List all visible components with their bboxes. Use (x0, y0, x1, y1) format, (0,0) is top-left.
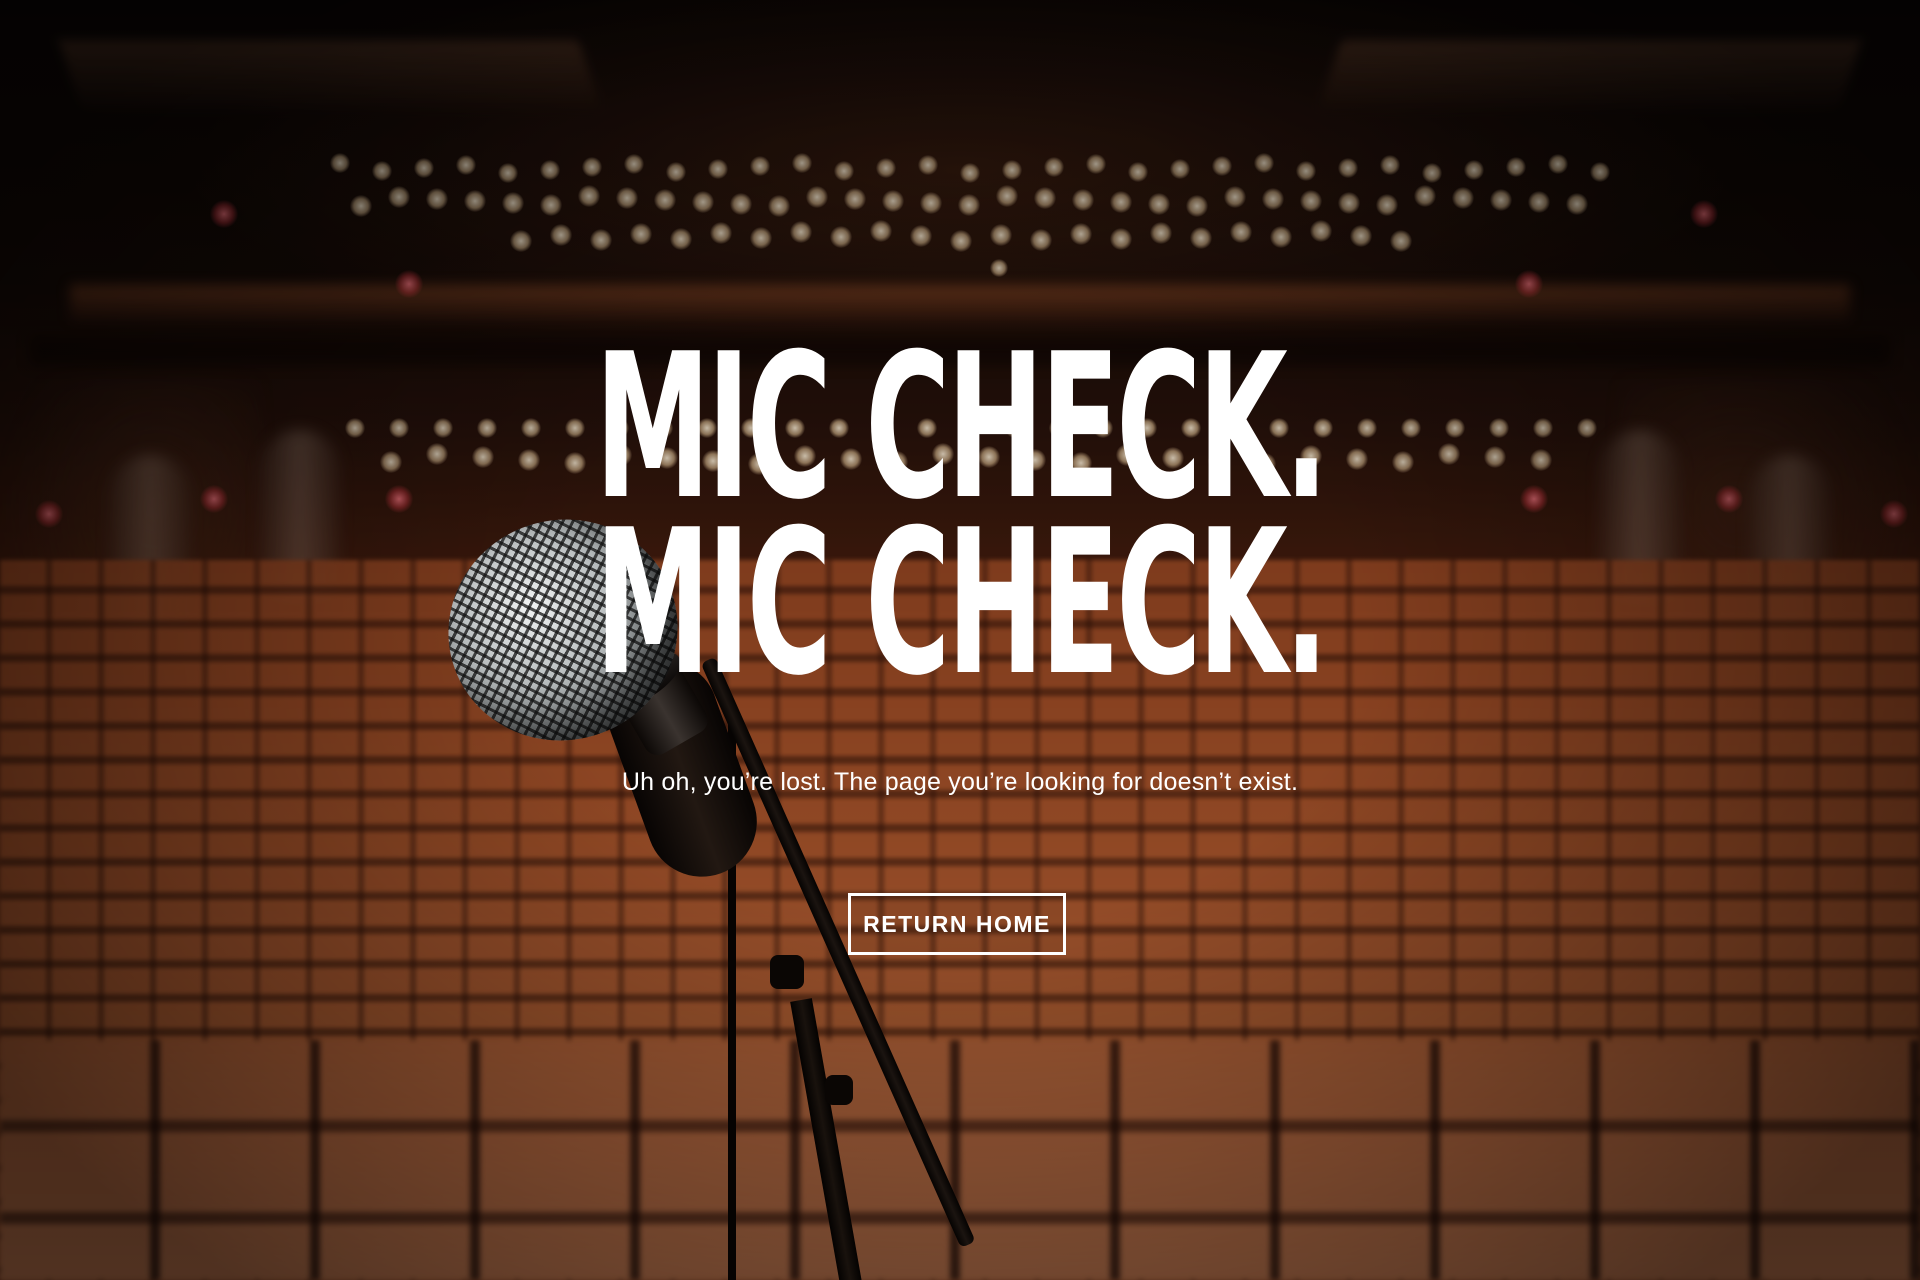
mic-stand-knob (825, 1075, 853, 1105)
page-title: MIC CHECK. MIC CHECK. (403, 328, 1517, 720)
error-message: Uh oh, you’re lost. The page you’re look… (621, 768, 1299, 796)
error-page: MIC CHECK. MIC CHECK. Uh oh, you’re lost… (0, 0, 1920, 1280)
headline-line: MIC CHECK. (595, 487, 1328, 720)
mic-stand-knob (770, 955, 804, 989)
return-home-button[interactable]: RETURN HOME (848, 893, 1066, 955)
error-content: MIC CHECK. MIC CHECK. Uh oh, you’re lost… (0, 328, 1920, 955)
